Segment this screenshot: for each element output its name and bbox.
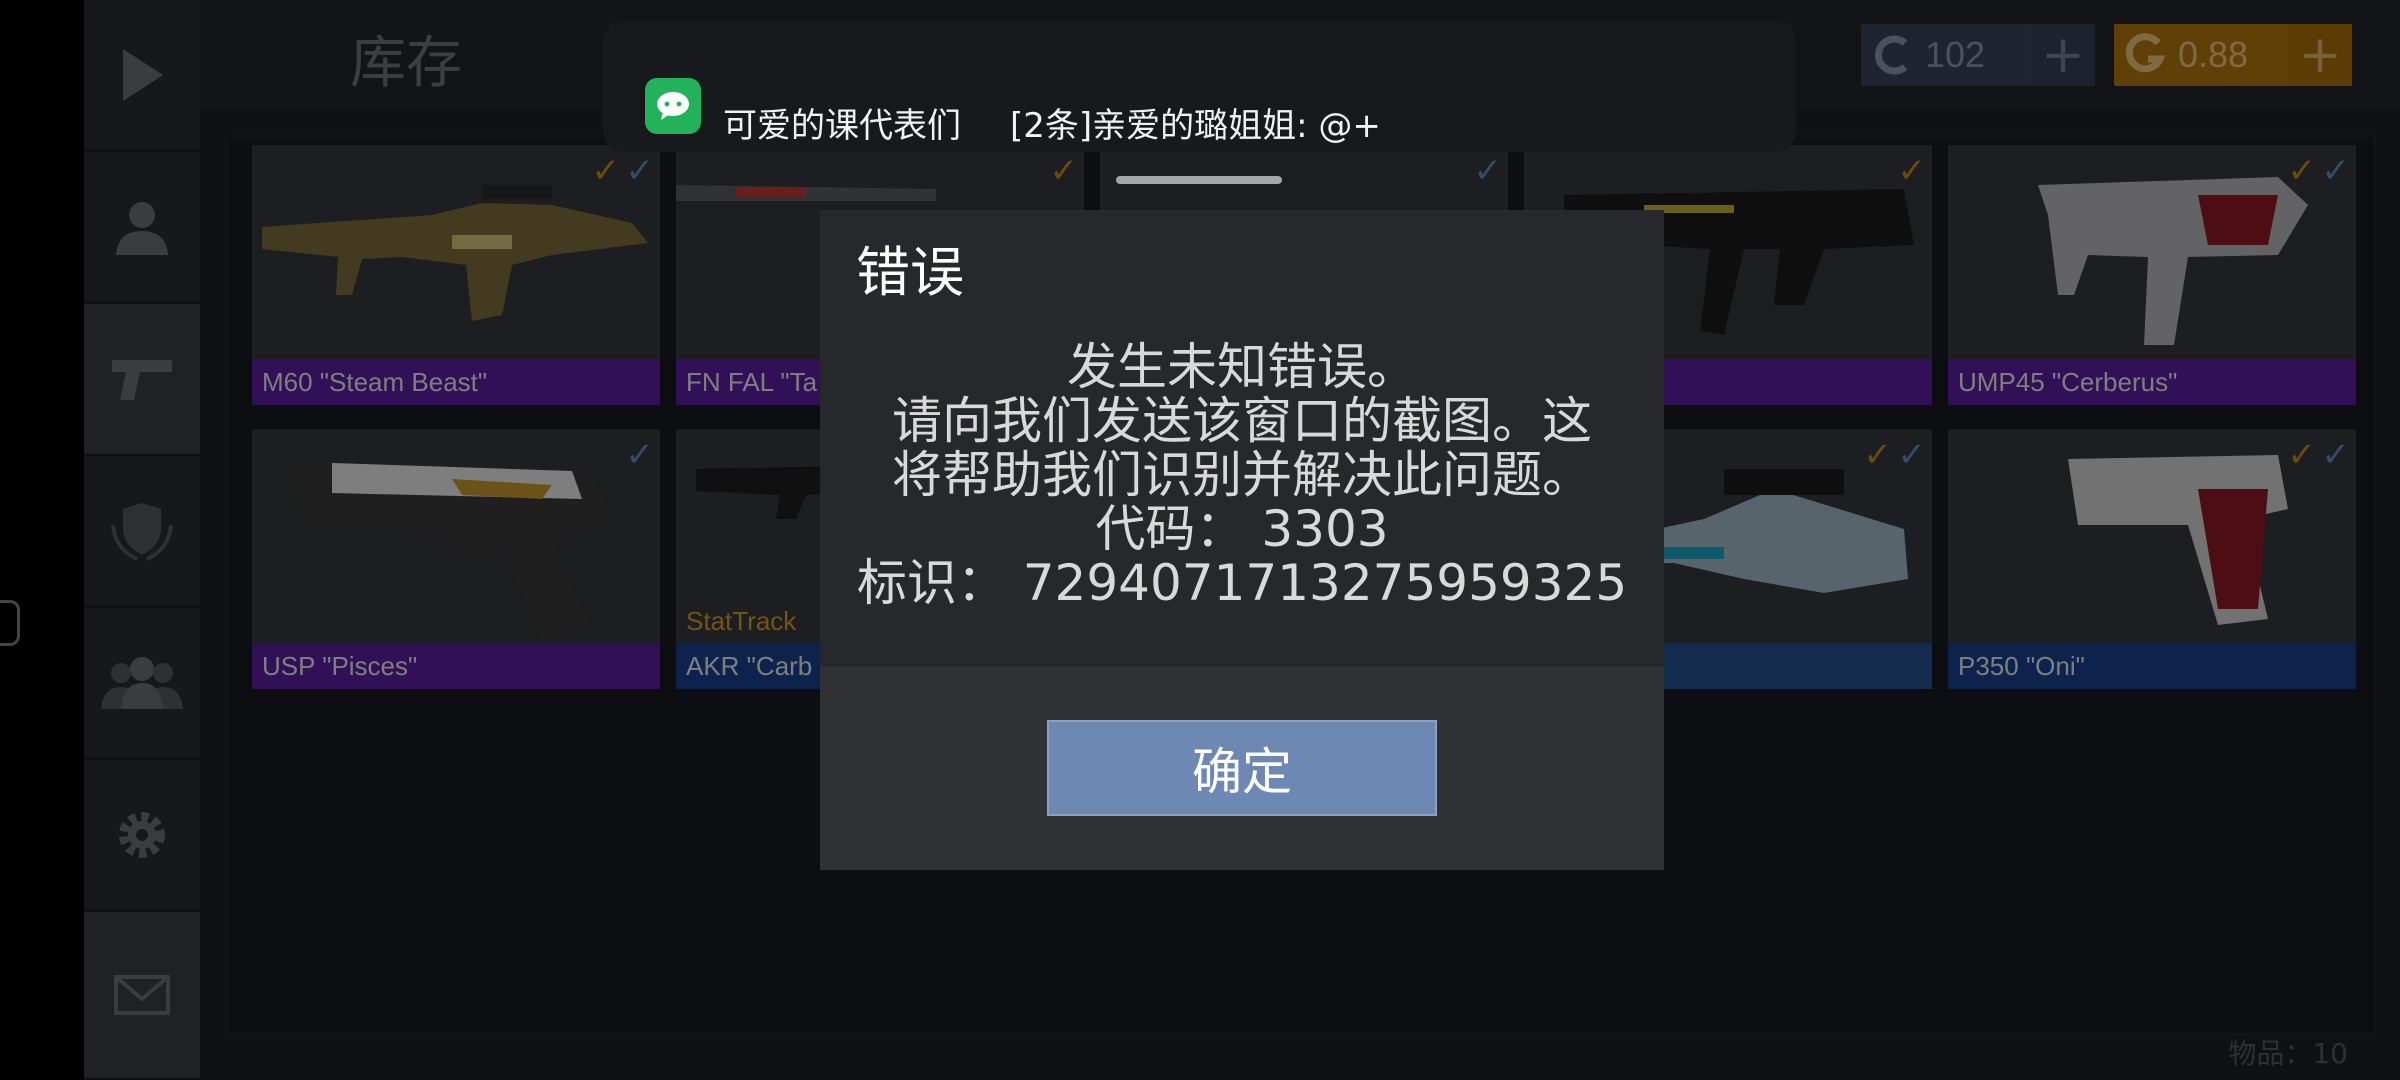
- notification-message: [2条]亲爱的璐姐姐: @+: [1010, 106, 1381, 146]
- notification-banner[interactable]: 可爱的课代表们 [2条]亲爱的璐姐姐: @+: [603, 20, 1796, 184]
- dialog-message: 发生未知错误。 请向我们发送该窗口的截图。这 将帮助我们识别并解决此问题。 代码…: [820, 340, 1664, 610]
- dialog-line: 将帮助我们识别并解决此问题。: [892, 446, 1592, 504]
- dialog-title: 错误: [856, 241, 964, 304]
- dialog-line: 发生未知错误。: [1067, 338, 1417, 396]
- dialog-line: 请向我们发送该窗口的截图。这: [892, 392, 1592, 450]
- ok-button[interactable]: 确定: [1047, 720, 1437, 816]
- error-id: 标识： 7294071713275959325: [856, 554, 1628, 612]
- error-dialog: 错误 发生未知错误。 请向我们发送该窗口的截图。这 将帮助我们识别并解决此问题。…: [820, 210, 1664, 870]
- notification-title: 可爱的课代表们: [723, 106, 961, 146]
- screen-edge-notch: [0, 600, 20, 646]
- error-code: 代码： 3303: [1095, 500, 1389, 558]
- notification-drag-handle[interactable]: [1116, 176, 1282, 184]
- chat-icon: [645, 78, 701, 134]
